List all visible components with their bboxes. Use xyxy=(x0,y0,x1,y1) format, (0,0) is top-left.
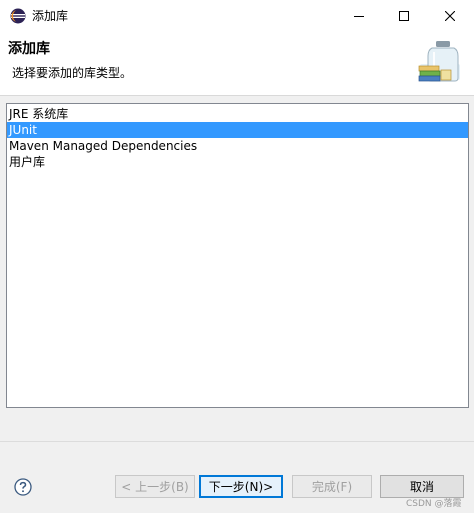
page-description: 选择要添加的库类型。 xyxy=(12,66,133,80)
list-item[interactable]: Maven Managed Dependencies xyxy=(7,138,468,154)
finish-button[interactable]: 完成(F) xyxy=(292,475,372,498)
wizard-banner: 添加库 选择要添加的库类型。 xyxy=(0,31,474,96)
maximize-icon xyxy=(399,10,409,21)
minimize-icon xyxy=(354,15,364,17)
wizard-button-bar: < 上一步(B) 下一步(N)> 完成(F) 取消 CSDN @落霞 xyxy=(0,441,474,513)
maximize-button[interactable] xyxy=(381,0,427,31)
list-item[interactable]: JUnit xyxy=(7,122,468,138)
help-icon[interactable] xyxy=(14,478,32,496)
back-button[interactable]: < 上一步(B) xyxy=(115,475,195,498)
library-jar-icon xyxy=(416,36,464,84)
window-title: 添加库 xyxy=(32,9,69,23)
library-type-list[interactable]: JRE 系统库 JUnit Maven Managed Dependencies 用户… xyxy=(6,103,469,408)
list-item[interactable]: JRE 系统库 xyxy=(7,106,468,122)
close-icon xyxy=(445,10,455,21)
minimize-button[interactable] xyxy=(336,0,382,31)
eclipse-icon xyxy=(10,8,26,24)
cancel-button[interactable]: 取消 xyxy=(380,475,464,498)
page-title: 添加库 xyxy=(8,41,50,57)
close-button[interactable] xyxy=(427,0,473,31)
watermark: CSDN @落霞 xyxy=(406,499,462,509)
title-bar[interactable]: 添加库 xyxy=(0,0,474,31)
list-item[interactable]: 用户库 xyxy=(7,154,468,170)
next-button[interactable]: 下一步(N)> xyxy=(199,475,283,498)
wizard-content: JRE 系统库 JUnit Maven Managed Dependencies 用户… xyxy=(0,96,474,441)
